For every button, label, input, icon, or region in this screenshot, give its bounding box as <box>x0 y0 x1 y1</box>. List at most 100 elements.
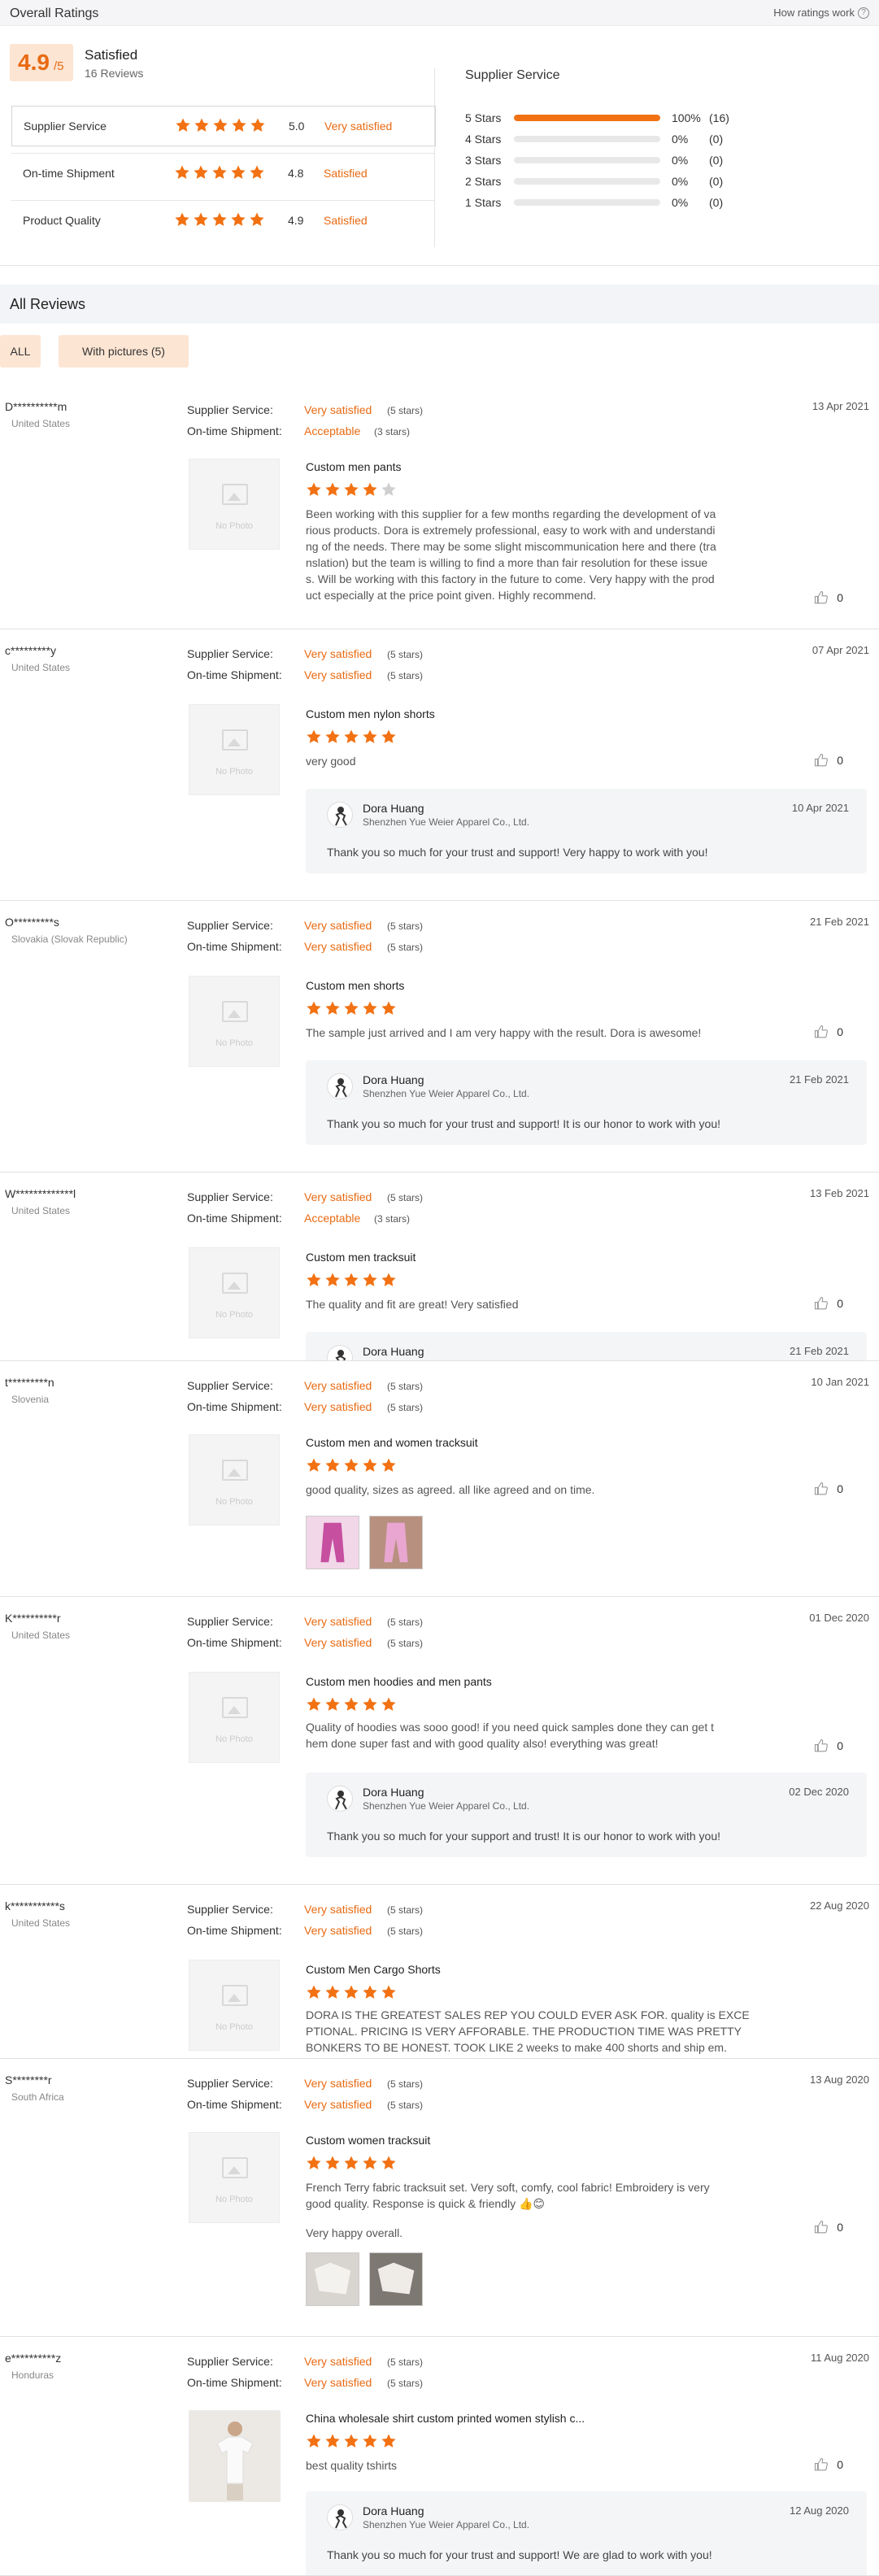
product-name[interactable]: Custom men shorts <box>306 979 404 992</box>
star-icon <box>343 1272 359 1288</box>
reply-company: Shenzhen Yue Weier Apparel Co., Ltd. <box>363 816 530 828</box>
like-button[interactable]: 0 <box>814 2457 843 2472</box>
product-name[interactable]: Custom men hoodies and men pants <box>306 1675 492 1688</box>
distribution-count: (16) <box>709 111 729 124</box>
overall-ratings-header: Overall Ratings How ratings work ? <box>0 0 879 26</box>
star-icon <box>324 1457 341 1473</box>
product-image[interactable] <box>189 2410 281 2502</box>
supplier-reply: Dora Huang Shenzhen Yue Weier Apparel Co.… <box>306 789 867 873</box>
star-icon <box>249 211 265 228</box>
star-icon <box>381 1696 397 1712</box>
product-name[interactable]: Custom women tracksuit <box>306 2134 430 2147</box>
ontime-shipment-line: On-time Shipment: Very satisfied (5 stars) <box>187 2376 423 2389</box>
star-icon <box>231 117 247 133</box>
supplier-reply: Dora Huang Shenzhen Yue Weier Apparel Co.… <box>306 2491 867 2575</box>
supplier-service-line: Supplier Service: Very satisfied (5 stars) <box>187 2077 423 2090</box>
product-thumbnail[interactable]: No Photo <box>189 704 280 795</box>
like-count: 0 <box>837 754 843 767</box>
reply-date: 12 Aug 2020 <box>789 2504 849 2517</box>
review-stars <box>306 1457 397 1473</box>
distribution-percent: 100% <box>672 111 701 124</box>
thumbs-up-icon <box>814 590 829 605</box>
supplier-service-label: Supplier Service: <box>187 2355 273 2368</box>
distribution-bar-fill <box>514 115 660 121</box>
no-photo-label: No Photo <box>215 767 253 777</box>
metric-score: 5.0 <box>289 120 305 133</box>
review-text: The sample just arrived and I am very ha… <box>306 1025 761 1041</box>
filter-all-button[interactable]: ALL <box>0 335 41 368</box>
avatar <box>327 1786 353 1812</box>
product-thumbnail[interactable]: No Photo <box>189 1672 280 1763</box>
like-button[interactable]: 0 <box>814 1025 843 1039</box>
review-photo[interactable] <box>306 1516 359 1569</box>
star-icon <box>230 164 246 181</box>
product-name[interactable]: Custom Men Cargo Shorts <box>306 1963 441 1976</box>
supplier-service-line: Supplier Service: Very satisfied (5 stars) <box>187 1615 423 1628</box>
product-thumbnail[interactable]: No Photo <box>189 976 280 1067</box>
reviewer-country: United States <box>11 1205 71 1216</box>
review-text-line <box>306 2212 761 2225</box>
product-thumbnail[interactable]: No Photo <box>189 459 280 550</box>
star-icon <box>381 481 397 498</box>
reply-date: 10 Apr 2021 <box>791 802 849 814</box>
like-button[interactable]: 0 <box>814 1738 843 1753</box>
distribution-label: 3 Stars <box>465 154 502 167</box>
like-button[interactable]: 0 <box>814 590 843 605</box>
ontime-shipment-label: On-time Shipment: <box>187 668 282 681</box>
ontime-shipment-stars: (5 stars) <box>387 1638 424 1649</box>
product-name[interactable]: Custom men pants <box>306 460 402 473</box>
like-button[interactable]: 0 <box>814 2220 843 2234</box>
star-icon <box>324 1696 341 1712</box>
ontime-shipment-line: On-time Shipment: Very satisfied (5 stars) <box>187 2098 423 2111</box>
star-icon <box>211 211 228 228</box>
like-button[interactable]: 0 <box>814 753 843 768</box>
review-photo[interactable] <box>306 2252 359 2306</box>
product-thumbnail[interactable]: No Photo <box>189 1434 280 1525</box>
supplier-reply: Dora Huang Shenzhen Yue Weier Apparel Co.… <box>306 1773 867 1857</box>
supplier-service-stars: (5 stars) <box>387 2356 424 2368</box>
distribution-bar <box>514 199 660 206</box>
thumbs-up-icon <box>814 1296 829 1311</box>
like-button[interactable]: 0 <box>814 1482 843 1496</box>
product-name[interactable]: Custom men tracksuit <box>306 1251 416 1264</box>
review-text-line: French Terry fabric tracksuit set. Very … <box>306 2181 710 2194</box>
ontime-shipment-value: Very satisfied <box>304 940 372 953</box>
product-thumbnail[interactable]: No Photo <box>189 1247 280 1338</box>
overall-score-max: /5 <box>54 59 64 73</box>
reviewer-country: Honduras <box>11 2369 54 2381</box>
ontime-shipment-line: On-time Shipment: Very satisfied (5 stars) <box>187 1636 423 1649</box>
star-icon <box>324 1272 341 1288</box>
reply-text: Thank you so much for your trust and sup… <box>327 1117 721 1130</box>
star-icon <box>324 2155 341 2171</box>
like-button[interactable]: 0 <box>814 1296 843 1311</box>
review-text-line: good quality. Response is quick & friend… <box>306 2197 546 2210</box>
filter-with-pictures-button[interactable]: With pictures (5) <box>59 335 189 368</box>
review-photo[interactable] <box>369 2252 423 2306</box>
ontime-shipment-label: On-time Shipment: <box>187 2098 282 2111</box>
product-name[interactable]: Custom men and women tracksuit <box>306 1436 478 1449</box>
reviewer-name: e**********z <box>5 2352 62 2365</box>
review-text-line: rious products. Dora is extremely profes… <box>306 524 716 537</box>
star-icon <box>381 729 397 745</box>
ontime-shipment-value: Very satisfied <box>304 1400 372 1413</box>
star-icon <box>324 1000 341 1016</box>
product-name[interactable]: Custom men nylon shorts <box>306 707 435 720</box>
reply-date: 21 Feb 2021 <box>789 1073 849 1086</box>
star-icon <box>362 2433 378 2449</box>
like-count: 0 <box>837 1297 843 1310</box>
reviewer-name: D**********m <box>5 400 67 413</box>
supplier-service-stars: (5 stars) <box>387 405 424 416</box>
star-icon <box>362 729 378 745</box>
product-thumbnail[interactable]: No Photo <box>189 1960 280 2051</box>
star-icon <box>324 729 341 745</box>
supplier-service-value: Very satisfied <box>304 1903 372 1916</box>
ontime-shipment-line: On-time Shipment: Very satisfied (5 stars) <box>187 1924 423 1937</box>
review-date: 13 Feb 2021 <box>809 1187 869 1199</box>
product-thumbnail[interactable]: No Photo <box>189 2132 280 2223</box>
supplier-service-value: Very satisfied <box>304 647 372 660</box>
product-name[interactable]: China wholesale shirt custom printed wom… <box>306 2412 585 2425</box>
review-photo[interactable] <box>369 1516 423 1569</box>
review-text-line: PTIONAL. PRICING IS VERY AFFORABLE. THE … <box>306 2025 742 2038</box>
review-count: 16 Reviews <box>85 67 144 80</box>
how-ratings-work-link[interactable]: How ratings work ? <box>773 7 869 19</box>
